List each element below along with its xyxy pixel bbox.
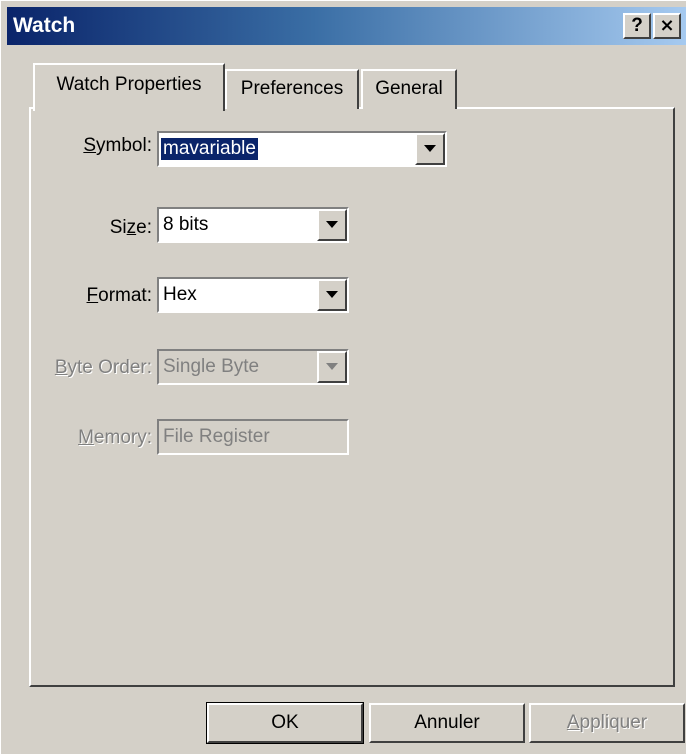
apply-button: Appliquer [529,703,685,743]
window-title: Watch [13,14,76,37]
close-button[interactable]: × [653,13,681,39]
tab-preferences[interactable]: Preferences [225,69,359,109]
tab-panel [29,107,675,687]
tab-watch-properties[interactable]: Watch Properties [33,63,225,111]
ok-button[interactable]: OK [206,702,364,744]
cancel-button[interactable]: Annuler [369,703,525,743]
help-button[interactable]: ? [623,13,651,39]
tab-general[interactable]: General [361,69,457,109]
watch-dialog: Watch ? × Watch Properties Preferences G… [0,0,686,754]
title-bar[interactable]: Watch ? × [7,7,686,45]
